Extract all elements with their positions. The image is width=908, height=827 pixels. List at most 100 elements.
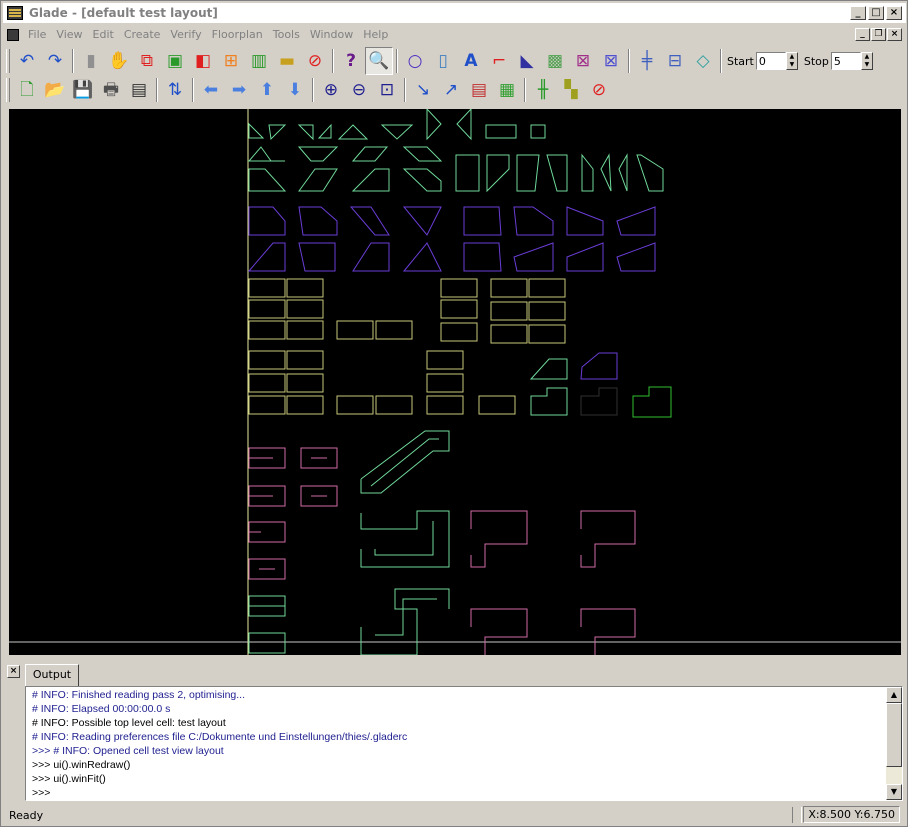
add-icon[interactable]: ⊞	[217, 47, 245, 75]
menu-view[interactable]: View	[51, 28, 87, 41]
menu-verify[interactable]: Verify	[165, 28, 206, 41]
hierarchy-icon[interactable]: ╫	[529, 76, 557, 104]
start-level-input[interactable]	[755, 52, 786, 70]
instance-icon[interactable]: ⊠	[569, 47, 597, 75]
split-horizontal-icon[interactable]: ⊟	[661, 47, 689, 75]
log-line: # INFO: Reading preferences file C:/Doku…	[32, 731, 408, 743]
via-icon[interactable]: ▩	[541, 47, 569, 75]
redo-icon[interactable]: ↷	[41, 47, 69, 75]
menu-help[interactable]: Help	[358, 28, 393, 41]
menu-file[interactable]: File	[23, 28, 51, 41]
mdi-minimize-button[interactable]: _	[855, 28, 870, 41]
window-title: Glade - [default test layout]	[29, 6, 218, 20]
delete-icon[interactable]: ▮	[77, 47, 105, 75]
array-icon[interactable]: ⊠	[597, 47, 625, 75]
log-line: # INFO: Finished reading pass 2, optimis…	[32, 689, 246, 701]
stretch-icon[interactable]: ▣	[161, 47, 189, 75]
log-line: >>> ui().winFit()	[32, 773, 106, 785]
ascend-icon[interactable]: ↗	[437, 76, 465, 104]
refresh-icon[interactable]: ⇅	[161, 76, 189, 104]
green-paths	[248, 430, 450, 655]
mdi-close-button[interactable]: ×	[887, 28, 902, 41]
open-folder-icon[interactable]: 📂	[41, 76, 69, 104]
chop-icon[interactable]: ▥	[245, 47, 273, 75]
output-lines: # INFO: Finished reading pass 2, optimis…	[32, 688, 882, 800]
stop-level-control: Stop ▲▼	[804, 52, 877, 70]
inspect-icon[interactable]: 🔍	[365, 47, 393, 75]
glade-app-icon	[7, 6, 23, 20]
rotate-icon[interactable]: ◇	[689, 47, 717, 75]
merge-icon[interactable]: ◧	[189, 47, 217, 75]
output-scrollbar[interactable]: ▲ ▼	[886, 687, 902, 800]
purple-shapes	[247, 206, 656, 380]
toolbar-edit: ↶ ↷ ▮ ✋ ⧉ ▣ ◧ ⊞ ▥ ▬ ⊘ ? 🔍 ○ ▯ A ⌐ ◣ ▩ ⊠ …	[3, 46, 877, 76]
layout-canvas[interactable]	[9, 109, 901, 655]
menu-floorplan[interactable]: Floorplan	[207, 28, 268, 41]
status-text: Ready	[9, 808, 44, 822]
scroll-up-icon[interactable]: ▲	[886, 687, 902, 703]
output-log[interactable]: # INFO: Finished reading pass 2, optimis…	[25, 686, 903, 801]
tab-output[interactable]: Output	[25, 664, 79, 686]
log-line: >>> ui().winRedraw()	[32, 759, 131, 771]
stop-icon[interactable]: ⊘	[585, 76, 613, 104]
green-shapes	[247, 109, 664, 193]
log-line: >>>	[32, 787, 51, 799]
ruler-icon[interactable]: ▬	[273, 47, 301, 75]
scroll-thumb[interactable]	[886, 703, 902, 767]
save-icon[interactable]: 💾	[69, 76, 97, 104]
stop-level-input[interactable]	[830, 52, 861, 70]
text-label-icon[interactable]: A	[457, 47, 485, 75]
pink-shapes	[248, 447, 636, 655]
log-line: >>> # INFO: Opened cell test view layout	[32, 745, 224, 757]
log-line: # INFO: Possible top level cell: test la…	[32, 717, 226, 729]
circle-icon[interactable]: ○	[401, 47, 429, 75]
maximize-button[interactable]: □	[868, 6, 884, 20]
menu-tools[interactable]: Tools	[268, 28, 305, 41]
zoom-in-icon[interactable]: ⊕	[317, 76, 345, 104]
rectangle-icon[interactable]: ▯	[429, 47, 457, 75]
menu-window[interactable]: Window	[305, 28, 358, 41]
stop-spin-button[interactable]: ▲ ▼	[860, 52, 873, 70]
print-preview-icon[interactable]: ▤	[125, 76, 153, 104]
app-window: Glade - [default test layout] _ □ × File…	[0, 0, 908, 827]
zoom-fit-icon[interactable]: ⊡	[373, 76, 401, 104]
menu-bar: File View Edit Create Verify Floorplan T…	[3, 25, 906, 44]
output-panel: × Output # INFO: Finished reading pass 2…	[5, 661, 905, 803]
copy-icon[interactable]: ⧉	[133, 47, 161, 75]
title-bar: Glade - [default test layout] _ □ ×	[3, 3, 906, 23]
cursor-coordinates: X:8.500 Y:6.750	[803, 806, 900, 823]
layer-palette-icon[interactable]: ▦	[493, 76, 521, 104]
path-icon[interactable]: ⌐	[485, 47, 513, 75]
start-spin-button[interactable]: ▲ ▼	[785, 52, 798, 70]
print-icon[interactable]: 🖶	[97, 76, 125, 104]
minimize-button[interactable]: _	[850, 6, 866, 20]
hand-move-icon[interactable]: ✋	[105, 47, 133, 75]
split-vertical-icon[interactable]: ╪	[633, 47, 661, 75]
pan-up-icon[interactable]: ⬆	[253, 76, 281, 104]
status-bar: Ready X:8.500 Y:6.750	[3, 805, 906, 825]
query-icon[interactable]: ?	[337, 47, 365, 75]
clear-ruler-icon[interactable]: ⊘	[301, 47, 329, 75]
undo-icon[interactable]: ↶	[13, 47, 41, 75]
start-level-control: Start ▲▼	[727, 52, 802, 70]
pan-down-icon[interactable]: ⬇	[281, 76, 309, 104]
start-label: Start	[727, 54, 754, 68]
menu-create[interactable]: Create	[119, 28, 166, 41]
close-button[interactable]: ×	[886, 6, 902, 20]
document-icon[interactable]	[7, 28, 19, 41]
stop-label: Stop	[803, 54, 829, 68]
yellow-shapes	[248, 278, 672, 418]
pan-right-icon[interactable]: ➡	[225, 76, 253, 104]
toolbar-file: 🗋 📂 💾 🖶 ▤ ⇅ ⬅ ➡ ⬆ ⬇ ⊕ ⊖ ⊡ ↘ ↗ ▤ ▦ ╫ ▚ ⊘	[3, 75, 613, 105]
flatten-icon[interactable]: ▚	[557, 76, 585, 104]
descend-icon[interactable]: ↘	[409, 76, 437, 104]
pan-left-icon[interactable]: ⬅	[197, 76, 225, 104]
menu-edit[interactable]: Edit	[88, 28, 119, 41]
zoom-out-icon[interactable]: ⊖	[345, 76, 373, 104]
close-output-icon[interactable]: ×	[7, 665, 20, 678]
layer-icon[interactable]: ▤	[465, 76, 493, 104]
mdi-restore-button[interactable]: ❐	[871, 28, 886, 41]
polygon-icon[interactable]: ◣	[513, 47, 541, 75]
new-file-icon[interactable]: 🗋	[13, 76, 41, 104]
scroll-down-icon[interactable]: ▼	[886, 784, 902, 800]
